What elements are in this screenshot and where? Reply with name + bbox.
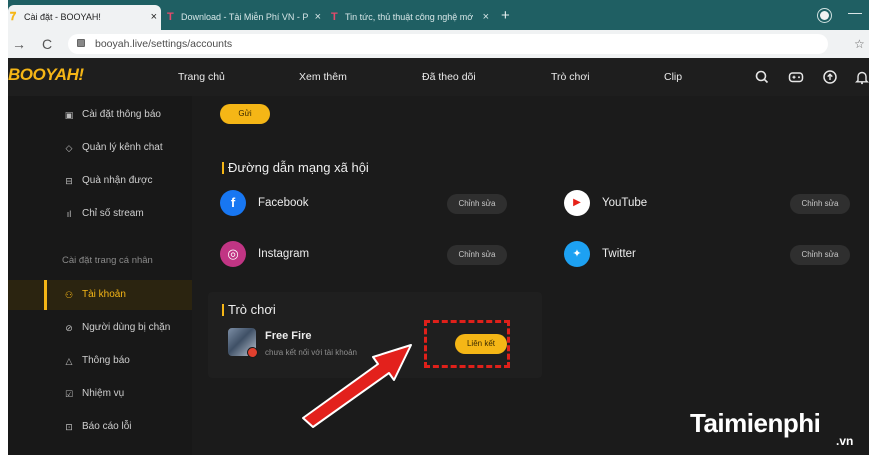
taimienphi-watermark: Taimienphi .vn bbox=[690, 408, 853, 448]
arrow-shape bbox=[302, 344, 412, 428]
watermark-tld: .vn bbox=[836, 434, 854, 448]
watermark-brand: Taimienphi bbox=[690, 408, 821, 438]
annotation-arrow bbox=[302, 344, 412, 428]
